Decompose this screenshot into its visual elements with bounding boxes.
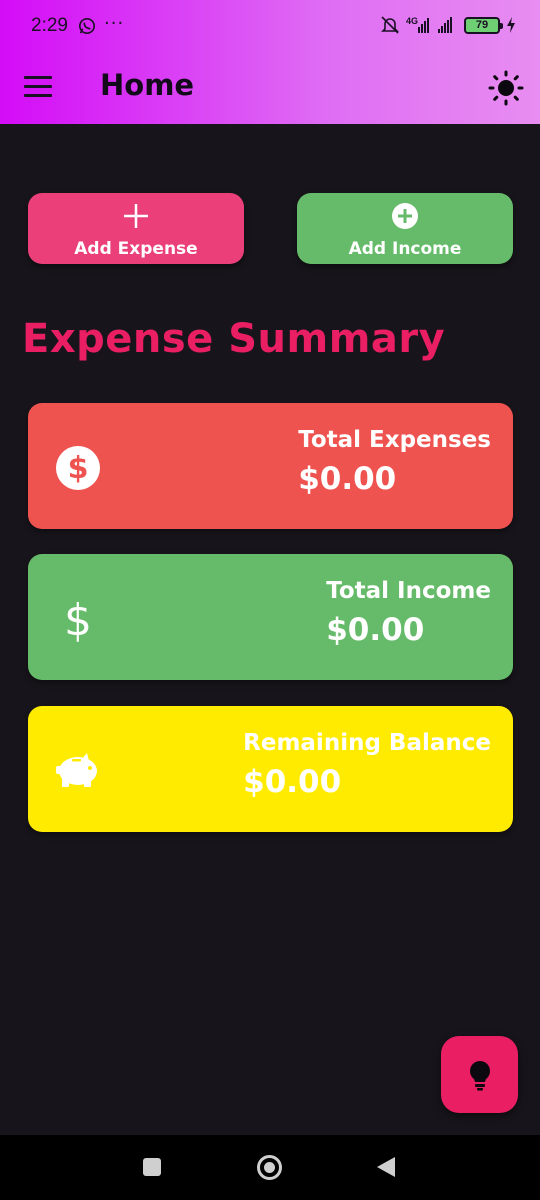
system-nav-bar <box>0 1135 540 1200</box>
total-expenses-text: Total Expenses $0.00 <box>298 427 491 497</box>
svg-text:$: $ <box>68 451 89 486</box>
piggy-bank-icon <box>56 753 97 787</box>
charging-icon <box>507 17 515 33</box>
status-time: 2:29 <box>31 15 68 36</box>
add-expense-button[interactable]: Add Expense <box>28 193 244 264</box>
svg-text:$: $ <box>64 595 92 643</box>
tips-button[interactable] <box>441 1036 518 1113</box>
more-notifications-icon: ··· <box>104 13 125 34</box>
status-indicators: 4G 79 <box>380 15 516 35</box>
total-expenses-card: $ Total Expenses $0.00 <box>28 403 513 529</box>
battery-icon: 79 <box>464 16 503 34</box>
total-expenses-label: Total Expenses <box>298 427 491 453</box>
signal-icon: 4G <box>406 16 452 33</box>
remaining-balance-text: Remaining Balance $0.00 <box>243 730 491 800</box>
dollar-circle-icon: $ <box>56 446 100 490</box>
home-screen: 2:29 ··· 4G 79 Home Add Expense Add Inco… <box>0 0 540 1200</box>
plus-circle-icon <box>392 203 418 229</box>
total-expenses-value: $0.00 <box>298 461 397 497</box>
sun-icon[interactable] <box>488 70 524 106</box>
back-triangle-icon[interactable] <box>376 1156 396 1178</box>
total-income-text: Total Income $0.00 <box>326 578 491 648</box>
plus-icon <box>124 204 148 228</box>
add-expense-label: Add Expense <box>74 239 198 259</box>
total-income-label: Total Income <box>326 578 491 604</box>
header: 2:29 ··· 4G 79 Home <box>0 0 540 124</box>
total-income-card: $ Total Income $0.00 <box>28 554 513 680</box>
remaining-balance-label: Remaining Balance <box>243 730 491 756</box>
remaining-balance-value: $0.00 <box>243 764 342 800</box>
summary-title: Expense Summary <box>22 316 446 362</box>
dollar-icon: $ <box>64 595 92 643</box>
home-circle-icon[interactable] <box>257 1155 282 1180</box>
add-income-label: Add Income <box>348 239 462 259</box>
total-income-value: $0.00 <box>326 612 425 648</box>
recent-apps-icon[interactable] <box>143 1158 161 1176</box>
add-income-button[interactable]: Add Income <box>297 193 513 264</box>
remaining-balance-card: Remaining Balance $0.00 <box>28 706 513 832</box>
app-bar: Home <box>0 54 540 124</box>
status-bar: 2:29 ··· 4G 79 <box>0 0 540 54</box>
lightbulb-icon <box>470 1061 490 1091</box>
menu-icon[interactable] <box>24 76 52 98</box>
whatsapp-icon <box>78 17 96 35</box>
muted-bell-icon <box>381 16 399 34</box>
network-type-label: 4G <box>406 16 418 26</box>
page-title: Home <box>100 68 195 102</box>
